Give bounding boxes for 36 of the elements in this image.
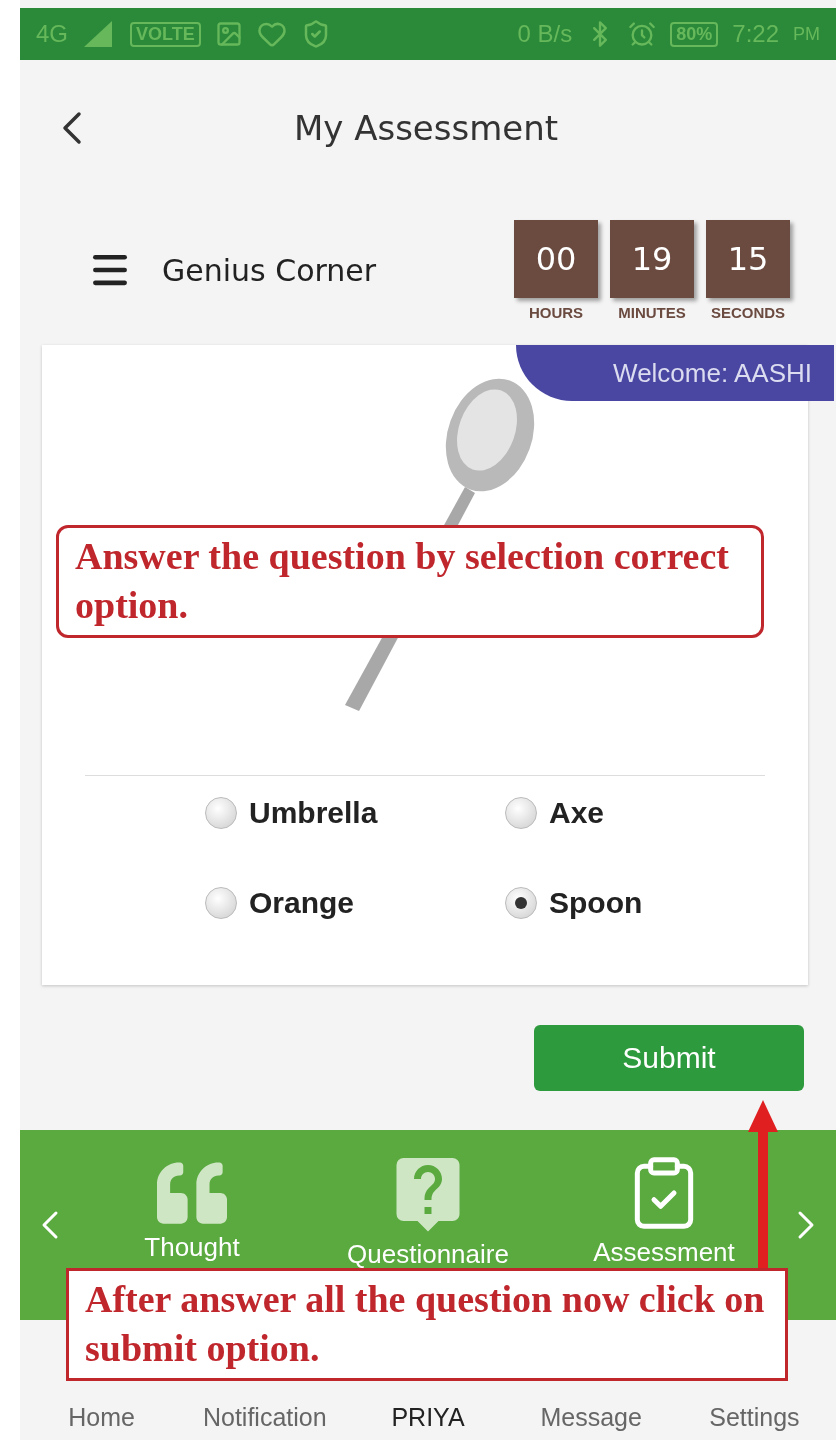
answer-option[interactable]: Umbrella <box>205 796 505 830</box>
timer-digits: 00 <box>514 219 598 298</box>
timer-label: HOURS <box>528 303 584 321</box>
page-title: My Assessment <box>292 107 560 148</box>
network-speed: 0 B/s <box>517 20 573 48</box>
image-icon <box>214 20 243 48</box>
timer-digits: 19 <box>610 219 694 298</box>
radio-button[interactable] <box>205 887 237 919</box>
radio-button[interactable] <box>505 887 537 919</box>
section-title: Genius Corner <box>162 252 378 288</box>
clock-time: 7:22 <box>732 20 779 48</box>
clock-period: PM <box>793 23 820 45</box>
carousel-label[interactable]: Questionnaire <box>347 1238 509 1270</box>
volte-badge: VOLTE <box>130 21 201 47</box>
timer-label: SECONDS <box>710 303 786 321</box>
nav-tab[interactable]: Home <box>20 1403 184 1432</box>
timer-label: MINUTES <box>618 303 686 321</box>
submit-button[interactable]: Submit <box>534 1024 804 1091</box>
answer-option[interactable]: Spoon <box>505 886 705 920</box>
radio-button[interactable] <box>505 797 537 829</box>
annotation-callout: After answer all the question now click on submit option. <box>66 1268 788 1381</box>
carousel-label[interactable]: Thought <box>144 1231 240 1263</box>
answer-option[interactable]: Orange <box>205 886 505 920</box>
timer-digits: 15 <box>706 219 790 298</box>
radio-button[interactable] <box>205 797 237 829</box>
carousel-label[interactable]: Assessment <box>593 1236 735 1268</box>
nav-tab[interactable]: Settings <box>672 1403 836 1432</box>
network-type: 4G <box>36 20 68 48</box>
nav-tab[interactable]: PRIYA <box>346 1403 510 1432</box>
battery-level: 80% <box>670 21 719 47</box>
welcome-banner: Welcome: AASHI <box>516 345 834 401</box>
alarm-icon <box>628 20 657 48</box>
nav-tab[interactable]: Message <box>509 1403 673 1432</box>
nav-tab[interactable]: Notification <box>183 1403 347 1432</box>
annotation-callout: Answer the question by selection correct option. <box>56 525 764 638</box>
answer-option[interactable]: Axe <box>505 796 705 830</box>
